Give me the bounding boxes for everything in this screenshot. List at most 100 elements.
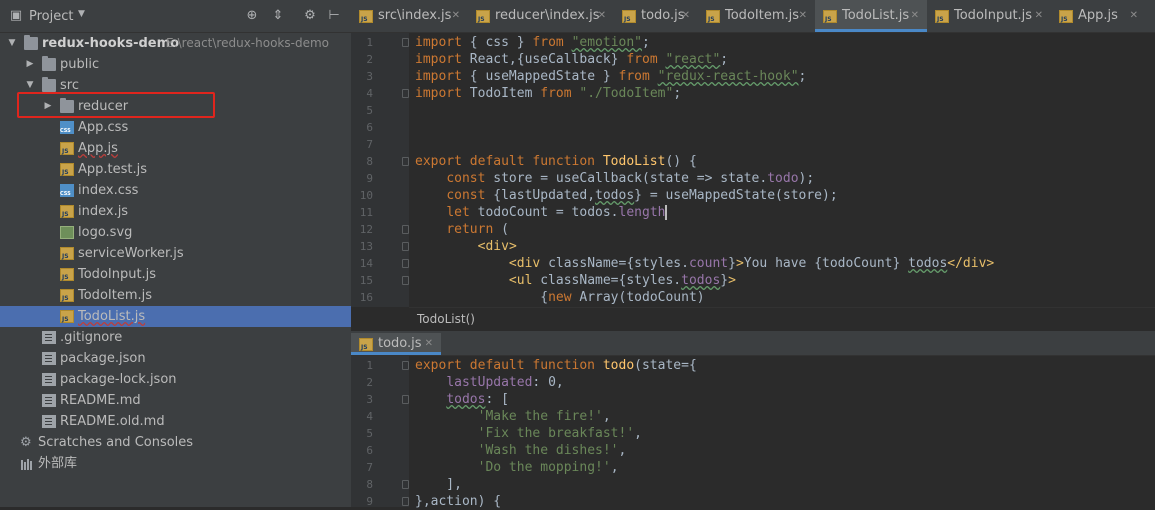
js-file-icon <box>622 10 636 23</box>
code-line[interactable]: const {lastUpdated,todos} = useMappedSta… <box>415 187 837 204</box>
fold-marker-icon[interactable] <box>402 225 409 234</box>
code-line[interactable]: import React,{useCallback} from "react"; <box>415 51 728 68</box>
fold-marker-icon[interactable] <box>402 38 409 47</box>
code-line[interactable]: <ul className={styles.todos}> <box>415 272 736 289</box>
tree-item-readme-old-md[interactable]: README.old.md <box>0 411 351 432</box>
tree-item-app-css[interactable]: App.css <box>0 117 351 138</box>
code-line[interactable]: {new Array(todoCount) <box>415 289 704 306</box>
code-token: import <box>415 52 470 67</box>
tree-item-app-test-js[interactable]: App.test.js <box>0 159 351 180</box>
fold-marker-icon[interactable] <box>402 157 409 166</box>
code-token: , <box>634 426 642 441</box>
code-token: todos <box>595 188 635 203</box>
tree-item-logo-svg[interactable]: logo.svg <box>0 222 351 243</box>
code-line[interactable]: lastUpdated: 0, <box>415 374 563 391</box>
chevron-down-icon[interactable]: ▼ <box>6 33 18 54</box>
fold-marker-icon[interactable] <box>402 259 409 268</box>
tree-item-scratches-and-consoles[interactable]: ⚙ Scratches and Consoles <box>0 432 351 453</box>
project-title[interactable]: Project <box>29 9 73 24</box>
breadcrumb[interactable]: TodoList() <box>417 312 475 326</box>
locate-icon[interactable]: ⊕ <box>245 9 259 23</box>
tree-item-redux-hooks-demo[interactable]: ▼ redux-hooks-demo E:\react\redux-hooks-de… <box>0 33 351 54</box>
code-line[interactable]: export default function TodoList() { <box>415 153 697 170</box>
chevron-right-icon[interactable]: ▶ <box>24 54 36 75</box>
code-line[interactable]: let todoCount = todos.length <box>415 204 668 221</box>
line-number: 12 <box>359 223 373 236</box>
tab-todo-js-bottom[interactable]: todo.js ✕ <box>351 333 441 355</box>
code-line[interactable]: 'Wash the dishes!', <box>415 442 627 459</box>
tree-item-index-css[interactable]: index.css <box>0 180 351 201</box>
code-token: : [ <box>485 392 509 407</box>
code-token <box>665 205 668 220</box>
tab-todolist-js[interactable]: TodoList.js✕ <box>815 0 927 32</box>
close-icon[interactable]: ✕ <box>682 0 690 32</box>
tab-todoitem-js[interactable]: TodoItem.js✕ <box>698 0 815 32</box>
gear-icon[interactable]: ⚙ <box>303 9 317 23</box>
code-token: <ul <box>508 273 541 288</box>
code-token: "./TodoItem" <box>579 86 674 101</box>
close-icon[interactable]: ✕ <box>452 0 460 32</box>
code-token: import <box>415 35 470 50</box>
close-icon[interactable]: ✕ <box>1035 0 1043 32</box>
tab-app-js[interactable]: App.js ✕ <box>1051 0 1146 32</box>
code-line[interactable]: const store = useCallback(state => state… <box>415 170 814 187</box>
fold-marker-icon[interactable] <box>402 276 409 285</box>
tree-item-public[interactable]: ▶ public <box>0 54 351 75</box>
tree-item-gitignore[interactable]: .gitignore <box>0 327 351 348</box>
code-line[interactable]: export default function todo(state={ <box>415 357 697 374</box>
js-file-icon <box>823 10 837 23</box>
tree-item-serviceworker-js[interactable]: serviceWorker.js <box>0 243 351 264</box>
tree-item-todoinput-js[interactable]: TodoInput.js <box>0 264 351 285</box>
tree-item-app-js[interactable]: App.js <box>0 138 351 159</box>
tree-item-todolist-js[interactable]: TodoList.js <box>0 306 351 327</box>
code-line[interactable]: 'Do the mopping!', <box>415 459 619 476</box>
code-line[interactable]: 'Fix the breakfast!', <box>415 425 642 442</box>
fold-marker-icon[interactable] <box>402 89 409 98</box>
code-line[interactable]: import { useMappedState } from "redux-re… <box>415 68 806 85</box>
fold-marker-icon[interactable] <box>402 395 409 404</box>
line-number: 6 <box>366 121 373 134</box>
tab-src-index-js[interactable]: src\index.js✕ <box>351 0 468 32</box>
tree-item-item[interactable]: 外部库 <box>0 453 351 474</box>
close-icon[interactable]: ✕ <box>425 333 433 355</box>
code-line[interactable]: },action) { <box>415 493 501 510</box>
tab-todoinput-js[interactable]: TodoInput.js✕ <box>927 0 1051 32</box>
code-line[interactable]: todos: [ <box>415 391 509 408</box>
code-token: length <box>618 205 666 220</box>
fold-marker-icon[interactable] <box>402 480 409 489</box>
project-view-icon[interactable]: ▣ <box>9 9 23 23</box>
close-icon[interactable]: ✕ <box>799 0 807 32</box>
code-token: <div <box>508 256 549 271</box>
fold-marker-icon[interactable] <box>402 497 409 506</box>
tree-item-package-lock-json[interactable]: package-lock.json <box>0 369 351 390</box>
tree-item-readme-md[interactable]: README.md <box>0 390 351 411</box>
code-line[interactable]: <div className={styles.count}>You have {… <box>415 255 994 272</box>
code-token: "emotion" <box>571 35 643 50</box>
fold-marker-icon[interactable] <box>402 361 409 370</box>
code-token: You have {todoCount} <box>743 256 909 271</box>
fold-marker-icon[interactable] <box>402 242 409 251</box>
code-line[interactable]: ], <box>415 476 462 493</box>
tree-item-todoitem-js[interactable]: TodoItem.js <box>0 285 351 306</box>
code-token: from <box>618 69 658 84</box>
collapse-all-icon[interactable]: ⇕ <box>271 9 285 23</box>
code-line[interactable]: import TodoItem from "./TodoItem"; <box>415 85 681 102</box>
chevron-down-icon[interactable]: ▼ <box>78 9 85 19</box>
tab-todo-js[interactable]: todo.js✕ <box>614 0 698 32</box>
code-token: ; <box>720 52 729 67</box>
code-token: > <box>735 256 744 271</box>
code-line[interactable]: 'Make the fire!', <box>415 408 611 425</box>
code-line[interactable]: <div> <box>415 238 517 255</box>
tree-item-index-js[interactable]: index.js <box>0 201 351 222</box>
close-icon[interactable]: ✕ <box>1130 0 1138 32</box>
code-token: "redux-react-hook" <box>657 69 799 84</box>
tree-item-package-json[interactable]: package.json <box>0 348 351 369</box>
code-line[interactable]: import { css } from "emotion"; <box>415 34 650 51</box>
tab-reducer-index-js[interactable]: reducer\index.js✕ <box>468 0 614 32</box>
code-line[interactable]: return ( <box>415 221 509 238</box>
close-icon[interactable]: ✕ <box>598 0 606 32</box>
hide-panel-icon[interactable]: ⊢ <box>327 9 341 23</box>
close-icon[interactable]: ✕ <box>911 0 919 32</box>
line-number: 6 <box>366 444 373 457</box>
